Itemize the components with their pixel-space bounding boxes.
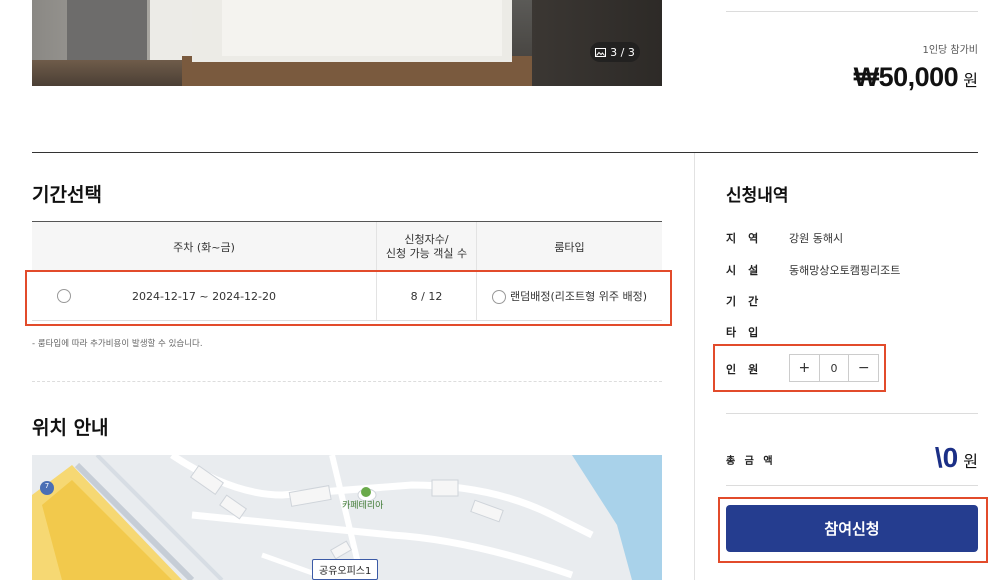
summary-label-type: 타입	[726, 326, 771, 339]
summary-title: 신청내역	[726, 186, 789, 206]
summary-label-region: 지역	[726, 232, 771, 245]
room-photo[interactable]: 3 / 3	[32, 0, 662, 86]
road-badge: 7	[44, 482, 50, 490]
people-highlight-box	[713, 344, 886, 392]
image-icon	[595, 47, 607, 57]
total-label: 총 금 액	[726, 456, 776, 467]
gallery-counter-badge: 3 / 3	[590, 42, 640, 62]
per-person-label: 1인당 참가비	[922, 45, 978, 56]
cafeteria-label: 카페테리아	[342, 501, 384, 511]
divider	[726, 11, 978, 12]
col-roomtype: 룸타입	[476, 222, 662, 272]
total-unit: 원	[963, 452, 978, 471]
col-count: 신청자수/ 신청 가능 객실 수	[376, 222, 477, 272]
price-unit: 원	[963, 71, 978, 90]
summary-label-facility: 시설	[726, 264, 771, 277]
total-amount: \0	[934, 442, 959, 473]
divider	[726, 485, 978, 486]
divider	[726, 413, 978, 414]
roomtype-note: - 룸타입에 따라 추가비용이 발생할 수 있습니다.	[32, 339, 203, 349]
location-title: 위치 안내	[32, 417, 109, 439]
dotted-divider	[32, 381, 662, 382]
col-week: 주차 (화~금)	[32, 222, 377, 272]
column-divider	[694, 153, 695, 580]
location-map[interactable]: 7 카페테리아 공유오피스1	[32, 455, 662, 580]
price-display: ₩50,000 원	[830, 62, 978, 93]
price-amount: ₩50,000	[853, 62, 959, 92]
photo-bed-sheet	[222, 0, 502, 56]
summary-label-period: 기간	[726, 295, 771, 308]
summary-value-region: 강원 동해시	[789, 232, 844, 245]
highlight-box	[25, 270, 672, 326]
section-divider	[32, 152, 978, 153]
total-display: \0 원	[880, 442, 978, 474]
gallery-counter: 3 / 3	[610, 45, 635, 59]
table-header-row: 주차 (화~금) 신청자수/ 신청 가능 객실 수 룸타입	[32, 222, 662, 272]
office-label[interactable]: 공유오피스1	[312, 559, 379, 580]
period-title: 기간선택	[32, 184, 102, 206]
summary-value-facility: 동해망상오토캠핑리조트	[789, 264, 901, 277]
apply-highlight-box	[718, 497, 988, 563]
